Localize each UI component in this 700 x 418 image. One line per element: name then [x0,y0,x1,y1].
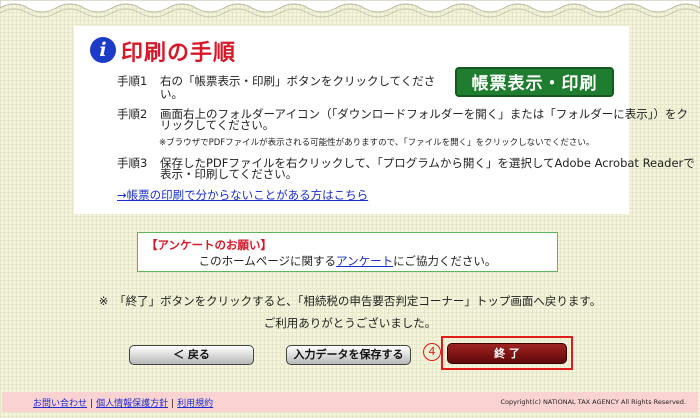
step-2: 手順2 画面右上のフォルダーアイコン（「ダウンロードフォルダーを開く」または「フ… [117,107,688,136]
survey-text: このホームページに関するアンケートにご協力ください。 [138,253,557,269]
step-text-continued: 表示・印刷してください。 [160,167,298,181]
step-3: 手順3 保存したPDFファイルを右クリックして、「プログラムから開く」を選択して… [117,156,695,185]
footer-separator: | [90,399,94,409]
step-number: 手順2 [117,107,148,121]
footer-link-terms[interactable]: 利用規約 [177,399,213,409]
footer-links: お問い合わせ | 個人情報保護方針 | 利用規約 [33,396,213,409]
step-1: 手順1 右の「帳票表示・印刷」ボタンをクリックしてください。 [117,74,457,101]
survey-box: 【アンケートのお願い】 このホームページに関するアンケートにご協力ください。 [137,232,558,272]
back-button[interactable]: ＜ 戻る [129,345,254,365]
survey-text-after: にご協力ください。 [393,254,497,268]
footer-link-contact[interactable]: お問い合わせ [33,399,87,409]
end-note-line-2: ご利用ありがとうございました。 [263,316,437,330]
end-button[interactable]: 終 了 [447,343,567,364]
print-help-link[interactable]: →帳票の印刷で分からないことがある方はこちら [117,187,368,203]
footer-link-privacy[interactable]: 個人情報保護方針 [96,399,168,409]
top-wave-decoration [0,0,700,18]
end-note-line-1: ※ 「終了」ボタンをクリックすると、「相続税の申告要否判定コーナー」トップ画面へ… [98,294,602,308]
copyright: Copyright(c) NATIONAL TAX AGENCY All Rig… [500,398,686,406]
print-display-button[interactable]: 帳票表示・印刷 [455,67,614,97]
info-icon: i [90,37,116,63]
pdf-warning-note: ※ブラウザでPDFファイルが表示される可能性がありますので、「ファイルを開く」を… [159,138,595,148]
footer: お問い合わせ | 個人情報保護方針 | 利用規約 Copyright(c) NATION… [2,392,698,412]
footer-separator: | [171,399,175,409]
survey-text-before: このホームページに関する [198,254,337,268]
step-number: 手順1 [117,74,148,88]
step-number: 手順3 [117,156,148,170]
save-input-data-button[interactable]: 入力データを保存する [286,345,411,365]
step-4-marker: 4 [423,343,441,361]
step-text: 右の「帳票表示・印刷」ボタンをクリックしてください。 [160,74,436,101]
survey-title: 【アンケートのお願い】 [146,238,273,252]
step-text-continued: リックしてください。 [160,118,275,132]
page-title: 印刷の手順 [121,41,237,66]
survey-link[interactable]: アンケート [336,254,393,268]
